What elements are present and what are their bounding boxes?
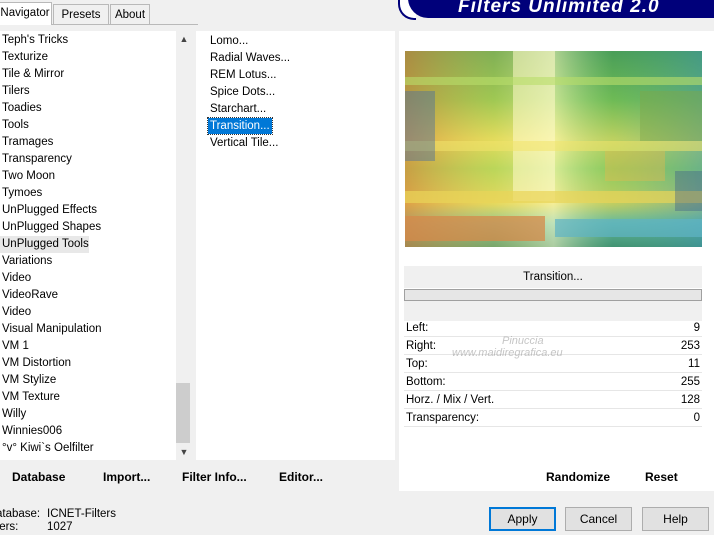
scroll-thumb[interactable] xyxy=(176,383,190,443)
category-item[interactable]: VM 1 xyxy=(0,338,29,355)
category-item[interactable]: Tymoes xyxy=(0,185,42,202)
category-item[interactable]: Tools xyxy=(0,117,29,134)
param-value: 9 xyxy=(693,322,700,334)
category-item[interactable]: Teph's Tricks xyxy=(0,32,68,49)
database-button[interactable]: Database xyxy=(12,467,65,487)
category-item[interactable]: UnPlugged Tools xyxy=(0,236,89,253)
effect-item[interactable]: Lomo... xyxy=(208,33,250,49)
category-item[interactable]: Video xyxy=(0,270,31,287)
filter-info-button[interactable]: Filter Info... xyxy=(182,467,247,487)
param-label: Bottom: xyxy=(406,376,446,388)
cancel-button[interactable]: Cancel xyxy=(565,507,632,531)
effect-item[interactable]: Starchart... xyxy=(208,101,268,117)
category-item[interactable]: Tramages xyxy=(0,134,53,151)
category-list[interactable]: Teph's Tricks Texturize Tile & Mirror Tiler… xyxy=(0,31,176,460)
reset-button[interactable]: Reset xyxy=(645,467,678,487)
effect-list[interactable]: Lomo... Radial Waves... REM Lotus... Spice … xyxy=(196,31,395,460)
tab-navigator[interactable]: Navigator xyxy=(0,2,52,25)
param-value: 11 xyxy=(688,358,700,370)
preview-image xyxy=(405,51,702,247)
param-header-bar xyxy=(404,301,702,321)
category-item[interactable]: UnPlugged Effects xyxy=(0,202,97,219)
param-value: 253 xyxy=(680,340,700,352)
scroll-up-icon[interactable]: ▲ xyxy=(176,31,192,47)
status-filters: ters: 1027 xyxy=(0,521,73,533)
row-divider xyxy=(404,426,702,427)
category-item[interactable]: Toadies xyxy=(0,100,42,117)
filter-name-bar: Transition... xyxy=(404,266,702,288)
app-title: Filters Unlimited 2.0 xyxy=(458,0,660,17)
param-label: Transparency: xyxy=(406,412,480,424)
category-item[interactable]: Tilers xyxy=(0,83,30,100)
category-item[interactable]: °v° Kiwi`s Oelfilter xyxy=(0,440,94,457)
effect-item[interactable]: Vertical Tile... xyxy=(208,135,280,151)
tab-about[interactable]: About xyxy=(110,4,150,24)
category-scrollbar[interactable]: ▲ ▼ xyxy=(176,31,192,460)
param-row[interactable]: Horz. / Mix / Vert. 128 xyxy=(404,391,702,409)
effect-item[interactable]: Spice Dots... xyxy=(208,84,277,100)
effect-item[interactable]: REM Lotus... xyxy=(208,67,278,83)
category-item[interactable]: Winnies006 xyxy=(0,423,62,440)
category-item[interactable]: Two Moon xyxy=(0,168,55,185)
editor-button[interactable]: Editor... xyxy=(279,467,323,487)
category-item[interactable]: Visual Manipulation xyxy=(0,321,102,338)
status-database: atabase: ICNET-Filters xyxy=(0,508,116,520)
category-item[interactable]: Video xyxy=(0,304,31,321)
apply-button[interactable]: Apply xyxy=(489,507,556,531)
category-item[interactable]: Tile & Mirror xyxy=(0,66,64,83)
param-label: Left: xyxy=(406,322,429,334)
param-label: Right: xyxy=(406,340,437,352)
param-label: Horz. / Mix / Vert. xyxy=(406,394,495,406)
category-item[interactable]: VideoRave xyxy=(0,287,58,304)
param-value: 255 xyxy=(680,376,700,388)
category-item[interactable]: VM Stylize xyxy=(0,372,56,389)
scroll-down-icon[interactable]: ▼ xyxy=(176,444,192,460)
category-item[interactable]: UnPlugged Shapes xyxy=(0,219,101,236)
category-item[interactable]: VM Distortion xyxy=(0,355,71,372)
import-button[interactable]: Import... xyxy=(103,467,150,487)
tab-presets[interactable]: Presets xyxy=(53,4,109,24)
category-item[interactable]: Texturize xyxy=(0,49,48,66)
category-item[interactable]: Variations xyxy=(0,253,52,270)
effect-item[interactable]: Radial Waves... xyxy=(208,50,292,66)
watermark: Pinuccia www.maidiregrafica.eu xyxy=(452,335,563,359)
randomize-button[interactable]: Randomize xyxy=(546,467,610,487)
progress-bar xyxy=(404,289,702,301)
help-button[interactable]: Help xyxy=(642,507,709,531)
category-item[interactable]: Willy xyxy=(0,406,26,423)
preview-panel: Transition... Left: 9 Right: 253 Top: 11 Botto… xyxy=(399,31,714,491)
param-row[interactable]: Transparency: 0 xyxy=(404,409,702,427)
category-item[interactable]: Transparency xyxy=(0,151,72,168)
param-value: 128 xyxy=(680,394,700,406)
param-value: 0 xyxy=(693,412,700,424)
category-item[interactable]: VM Texture xyxy=(0,389,60,406)
param-row[interactable]: Bottom: 255 xyxy=(404,373,702,391)
param-label: Top: xyxy=(406,358,428,370)
effect-item[interactable]: Transition... xyxy=(207,117,273,135)
